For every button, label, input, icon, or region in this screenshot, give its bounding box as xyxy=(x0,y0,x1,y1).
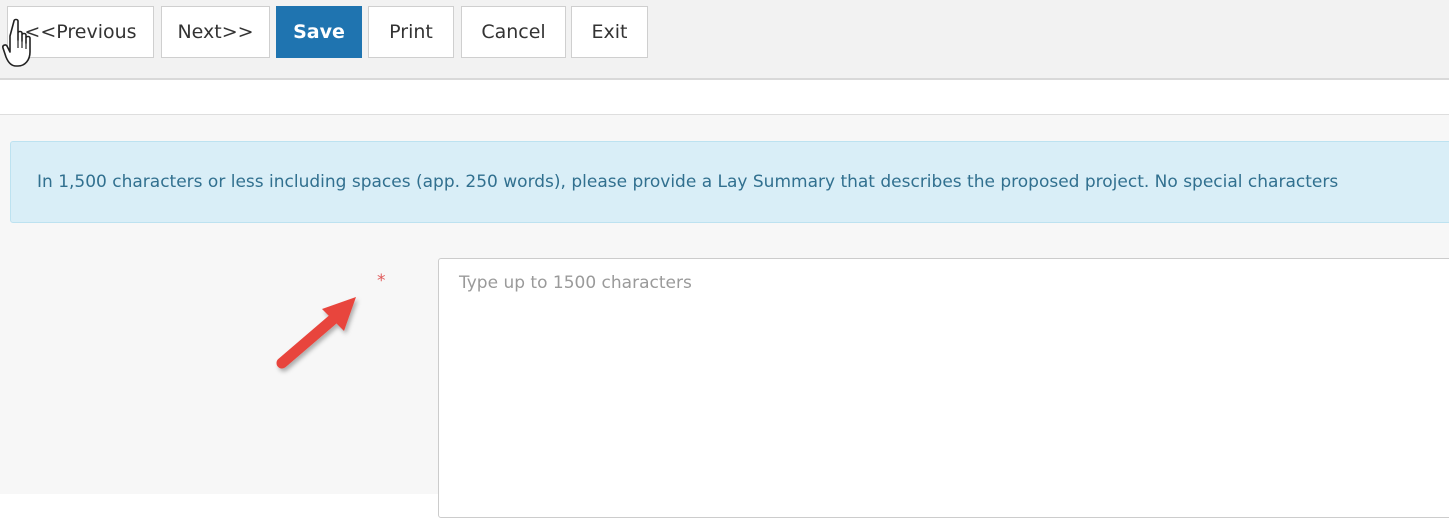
info-banner: In 1,500 characters or less including sp… xyxy=(10,141,1449,223)
annotation-arrow-icon xyxy=(276,297,356,369)
previous-button[interactable]: <<Previous xyxy=(7,6,154,58)
save-button[interactable]: Save xyxy=(276,6,362,58)
print-button[interactable]: Print xyxy=(368,6,454,58)
toolbar-spacer xyxy=(0,80,1449,115)
action-toolbar: <<Previous Next>> Save Print Cancel Exit xyxy=(0,0,1449,80)
info-banner-text: In 1,500 characters or less including sp… xyxy=(37,172,1339,192)
exit-button[interactable]: Exit xyxy=(571,6,648,58)
required-marker: * xyxy=(377,271,386,291)
form-content: In 1,500 characters or less including sp… xyxy=(0,115,1449,518)
lay-summary-textarea[interactable] xyxy=(438,258,1449,518)
next-button[interactable]: Next>> xyxy=(161,6,270,58)
cancel-button[interactable]: Cancel xyxy=(461,6,566,58)
